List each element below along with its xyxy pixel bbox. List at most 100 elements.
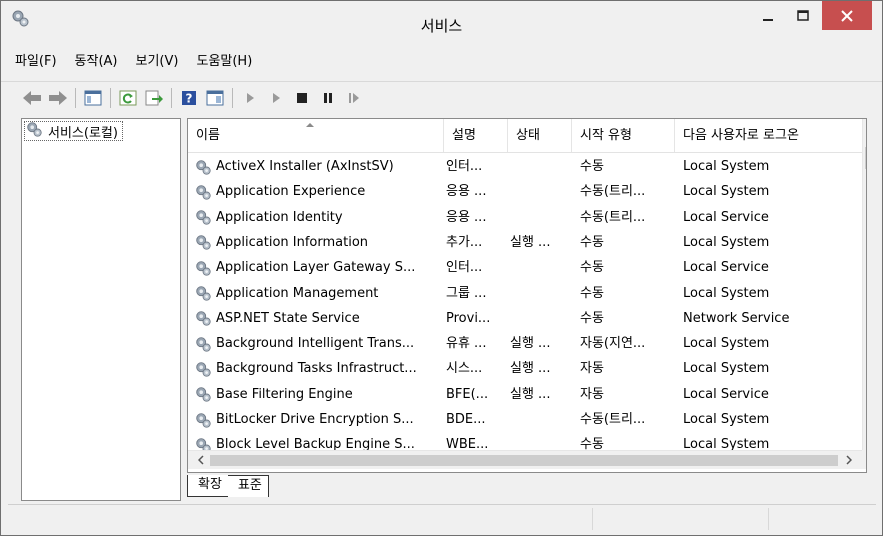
properties-button[interactable]	[204, 87, 226, 109]
minimize-button[interactable]	[751, 1, 785, 30]
tree-item-label: 서비스(로컬)	[48, 125, 118, 141]
service-startup-type: 수동(트리...	[580, 412, 646, 427]
service-startup-type: 수동(트리...	[580, 209, 646, 225]
scroll-up-button[interactable]	[863, 131, 867, 147]
service-startup-type: 자동(지연...	[580, 336, 646, 352]
services-rows: ActiveX Installer (AxInstSV) 인터... 수동 Local…	[188, 154, 862, 450]
column-header-status[interactable]: 상태	[508, 119, 572, 152]
service-startup-type: 자동	[580, 386, 604, 402]
refresh-button[interactable]	[117, 87, 139, 109]
service-description: 그룹 ...	[446, 285, 487, 301]
service-status: 실행 ...	[510, 234, 551, 250]
service-description: WBE...	[446, 437, 489, 450]
service-logon-as: Local System	[683, 184, 770, 200]
start-service-alt-button[interactable]	[265, 87, 287, 109]
service-description: 인터...	[446, 159, 483, 174]
close-button[interactable]	[822, 1, 872, 30]
service-gear-icon	[194, 233, 212, 251]
show-hide-console-tree-button[interactable]	[82, 87, 104, 109]
column-header-name[interactable]: 이름	[188, 119, 444, 152]
service-name-cell: Application Experience	[194, 179, 444, 204]
table-row[interactable]: Background Intelligent Trans... 유휴 ... 실행 …	[188, 331, 862, 356]
toolbar-separator	[232, 87, 233, 108]
service-name: Base Filtering Engine	[216, 386, 353, 402]
service-name-cell: ActiveX Installer (AxInstSV)	[194, 154, 444, 179]
scroll-right-button[interactable]	[842, 453, 856, 467]
service-description: 응용 ...	[446, 184, 487, 200]
service-startup-type: 수동(트리...	[580, 184, 646, 200]
forward-arrow-icon	[49, 90, 67, 105]
table-row[interactable]: Background Tasks Infrastruct... 시스... 실행 .…	[188, 356, 862, 381]
tab-standard[interactable]: 표준	[227, 475, 269, 497]
forward-button[interactable]	[47, 87, 69, 109]
service-status	[510, 179, 574, 204]
service-name-cell: BitLocker Drive Encryption S...	[194, 407, 444, 432]
service-description: BDE...	[446, 412, 486, 427]
menu-view[interactable]: 보기(V)	[127, 51, 188, 73]
maximize-button[interactable]	[786, 1, 820, 30]
column-header-logon-as[interactable]: 다음 사용자로 로그온	[675, 119, 862, 152]
toolbar-separator	[75, 87, 76, 108]
service-name-cell: ASP.NET State Service	[194, 306, 444, 331]
table-row[interactable]: Application Experience 응용 ... 수동(트리... Loca…	[188, 179, 862, 204]
menu-help[interactable]: 도움말(H)	[187, 51, 261, 73]
table-row[interactable]: Application Management 그룹 ... 수동 Local Syst…	[188, 281, 862, 306]
service-name-cell: Background Intelligent Trans...	[194, 331, 444, 356]
column-header-startup-type[interactable]: 시작 유형	[572, 119, 675, 152]
service-description: 인터...	[446, 260, 483, 276]
service-gear-icon	[194, 183, 212, 201]
service-logon-as: Local System	[683, 336, 770, 352]
service-startup-type: 수동	[580, 310, 604, 326]
pause-service-button[interactable]	[317, 87, 339, 109]
start-service-button[interactable]	[239, 87, 261, 109]
table-row[interactable]: Block Level Backup Engine S... WBE... 수동 Lo…	[188, 432, 862, 450]
column-header-label: 상태	[516, 128, 540, 143]
service-status	[510, 407, 574, 432]
service-gear-icon	[194, 208, 212, 226]
table-row[interactable]: ActiveX Installer (AxInstSV) 인터... 수동 Local…	[188, 154, 862, 179]
back-arrow-icon	[23, 90, 41, 105]
horizontal-scrollbar[interactable]	[188, 450, 862, 469]
vertical-scroll-thumb[interactable]	[865, 147, 866, 169]
scroll-left-button[interactable]	[194, 453, 208, 467]
menu-action[interactable]: 동작(A)	[66, 51, 127, 73]
properties-icon	[206, 90, 224, 105]
service-name: Background Tasks Infrastruct...	[216, 361, 417, 377]
horizontal-scroll-thumb[interactable]	[210, 455, 838, 466]
service-description: 추가...	[446, 234, 483, 250]
title-bar[interactable]: 서비스	[1, 1, 882, 45]
export-list-button[interactable]	[143, 87, 165, 109]
tree-item-services-local[interactable]: 서비스(로컬)	[24, 121, 123, 141]
scroll-down-button[interactable]	[863, 429, 866, 445]
chevron-up-icon	[866, 136, 867, 142]
services-window: 서비스 파일(F) 동작(A) 보기(V) 도움말(H) ? 서비스(로컬) 이…	[0, 0, 883, 536]
table-row[interactable]: Application Identity 응용 ... 수동(트리... Local …	[188, 205, 862, 230]
column-header-description[interactable]: 설명	[444, 119, 508, 152]
service-gear-icon	[194, 411, 212, 429]
service-status: 실행 ...	[510, 361, 551, 377]
pause-service-icon	[324, 92, 332, 103]
status-bar	[8, 504, 876, 532]
service-name-cell: Application Management	[194, 281, 444, 306]
service-logon-as: Local System	[683, 285, 770, 301]
export-list-icon	[145, 90, 163, 105]
table-row[interactable]: Application Layer Gateway S... 인터... 수동 Loc…	[188, 255, 862, 280]
table-row[interactable]: BitLocker Drive Encryption S... BDE... 수동(…	[188, 407, 862, 432]
tab-extended[interactable]: 확장	[187, 475, 228, 497]
table-row[interactable]: Application Information 추가... 실행 ... 수동 Loca…	[188, 230, 862, 255]
service-status	[510, 432, 574, 450]
back-button[interactable]	[21, 87, 43, 109]
console-tree-pane[interactable]: 서비스(로컬)	[21, 118, 181, 501]
service-status	[510, 205, 574, 230]
menu-file[interactable]: 파일(F)	[6, 51, 66, 73]
vertical-scrollbar[interactable]	[862, 119, 867, 450]
help-button[interactable]: ?	[178, 87, 200, 109]
table-row[interactable]: Base Filtering Engine BFE(... 실행 ... 자동 Loca…	[188, 382, 862, 407]
stop-service-button[interactable]	[291, 87, 313, 109]
service-status	[510, 281, 574, 306]
close-icon	[841, 9, 853, 22]
resume-service-button[interactable]	[343, 87, 365, 109]
service-gear-icon	[194, 309, 212, 327]
service-name: Application Layer Gateway S...	[216, 260, 416, 276]
table-row[interactable]: ASP.NET State Service Provi... 수동 Network S…	[188, 306, 862, 331]
